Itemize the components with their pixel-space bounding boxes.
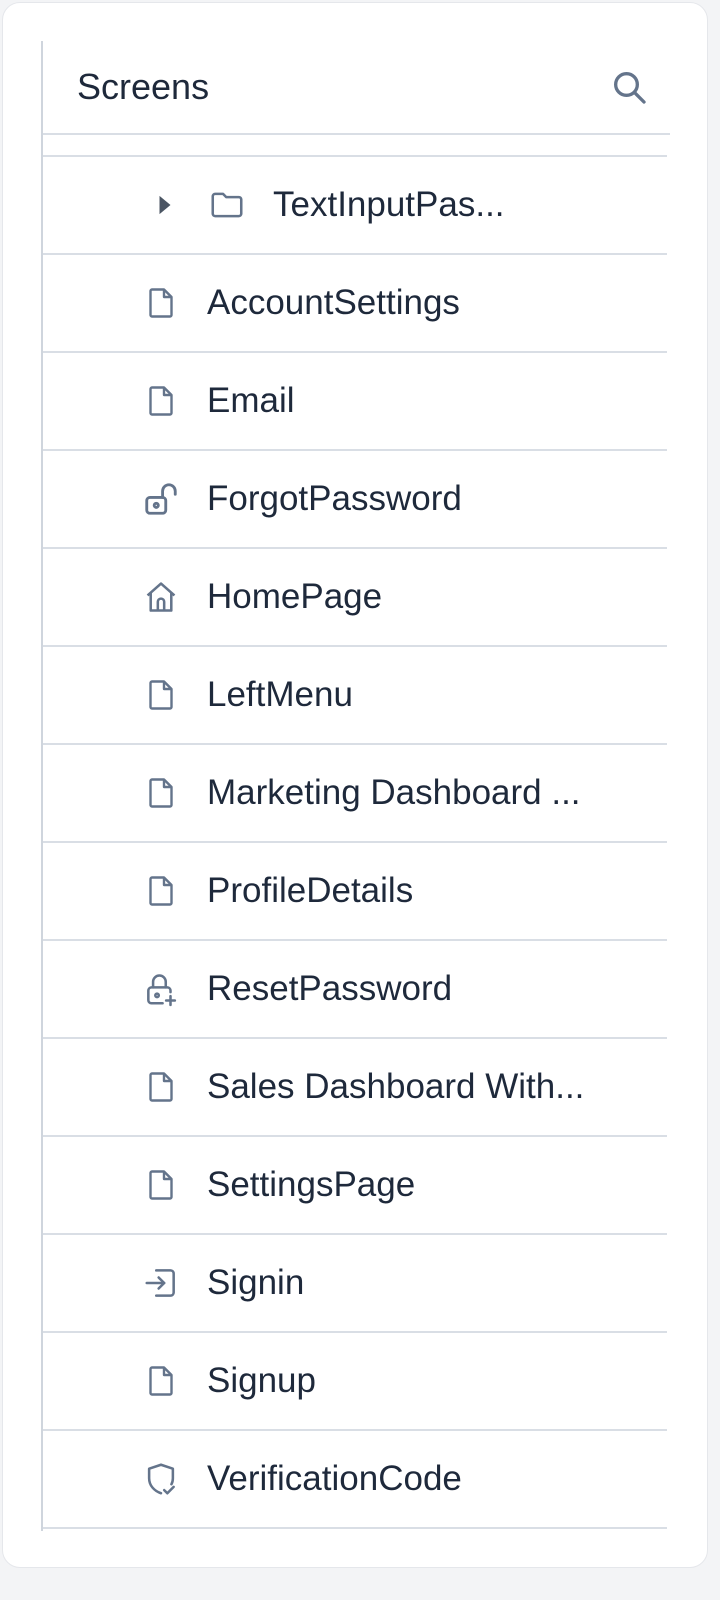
list-item-profiledetails[interactable]: ProfileDetails <box>43 843 667 941</box>
list-item-label: AccountSettings <box>207 283 460 322</box>
file-icon <box>141 675 181 715</box>
file-icon <box>141 1067 181 1107</box>
panel-title: Screens <box>77 66 210 107</box>
list-item-resetpassword[interactable]: ResetPassword <box>43 941 667 1039</box>
file-icon <box>141 773 181 813</box>
file-icon <box>141 1165 181 1205</box>
list-item-label: TextInputPas... <box>273 185 505 224</box>
list-item-label: ForgotPassword <box>207 479 462 518</box>
list-item-textinputpas-folder[interactable]: TextInputPas... <box>43 157 667 255</box>
list-item-label: Sales Dashboard With... <box>207 1067 585 1106</box>
screens-panel: Screens TextInputPas... AccountSettings … <box>2 2 708 1568</box>
list-item-label: Signup <box>207 1361 316 1400</box>
sign-in-icon <box>141 1263 181 1303</box>
list-item-label: VerificationCode <box>207 1459 462 1498</box>
unlock-icon <box>141 479 181 519</box>
list-item-accountsettings[interactable]: AccountSettings <box>43 255 667 353</box>
list-item-verificationcode[interactable]: VerificationCode <box>43 1431 667 1529</box>
screen-list: TextInputPas... AccountSettings Email Fo… <box>43 155 667 1529</box>
list-item-label: ProfileDetails <box>207 871 414 910</box>
list-item-label: Marketing Dashboard ... <box>207 773 581 812</box>
file-icon <box>141 381 181 421</box>
list-item-signup[interactable]: Signup <box>43 1333 667 1431</box>
list-item-forgotpassword[interactable]: ForgotPassword <box>43 451 667 549</box>
lock-plus-icon <box>141 969 181 1009</box>
file-icon <box>141 1361 181 1401</box>
list-item-label: Signin <box>207 1263 305 1302</box>
list-item-leftmenu[interactable]: LeftMenu <box>43 647 667 745</box>
list-item-email[interactable]: Email <box>43 353 667 451</box>
search-button[interactable] <box>605 63 653 111</box>
search-icon <box>609 67 649 107</box>
shield-check-icon <box>141 1459 181 1499</box>
list-item-settingspage[interactable]: SettingsPage <box>43 1137 667 1235</box>
folder-icon <box>207 185 247 225</box>
list-item-label: LeftMenu <box>207 675 353 714</box>
list-item-label: Email <box>207 381 295 420</box>
file-icon <box>141 871 181 911</box>
list-item-label: ResetPassword <box>207 969 453 1008</box>
file-icon <box>141 283 181 323</box>
list-item-signin[interactable]: Signin <box>43 1235 667 1333</box>
list-item-sales-dashboard[interactable]: Sales Dashboard With... <box>43 1039 667 1137</box>
panel-header: Screens <box>43 41 670 135</box>
list-item-homepage[interactable]: HomePage <box>43 549 667 647</box>
list-item-label: SettingsPage <box>207 1165 416 1204</box>
list-item-marketing-dashboard[interactable]: Marketing Dashboard ... <box>43 745 667 843</box>
caret-right-icon[interactable] <box>153 193 177 217</box>
home-icon <box>141 577 181 617</box>
list-item-label: HomePage <box>207 577 383 616</box>
